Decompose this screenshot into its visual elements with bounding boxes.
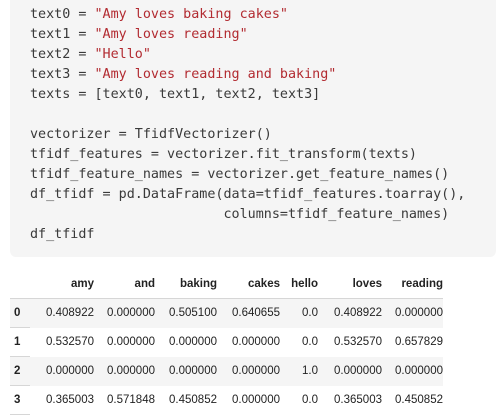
table-cell: 0.532570 [334,336,382,348]
table-cell: 0.450852 [169,394,217,406]
table-cell: 0.450852 [395,394,443,406]
table-cell: 0.000000 [232,365,280,377]
table-row: 3 0.365003 0.571848 0.450852 0.000000 0.… [10,385,443,415]
code-line: columns=tfidf_feature_names) [30,207,450,222]
dataframe-table: amy and baking cakes hello loves reading… [10,270,443,415]
code-line: df_tfidf = pd.DataFrame(data=tfidf_featu… [30,187,466,202]
table-cell: 0.0 [302,336,318,348]
table-cell: 0.0 [302,307,318,320]
table-cell: 0.0 [302,394,318,406]
table-cell: 0.505100 [169,307,217,320]
table-cell: 0.365003 [334,394,382,406]
table-cell: 0.000000 [395,307,443,320]
table-cell: 0.000000 [169,336,217,348]
code-line: text0 = "Amy loves baking cakes" [30,7,288,22]
output-area: amy and baking cakes hello loves reading… [10,270,443,415]
table-header-row: amy and baking cakes hello loves reading [10,270,443,299]
row-index: 1 [10,327,30,357]
table-cell: 0.365003 [46,394,94,406]
table-cell: 0.408922 [46,307,94,320]
code-editor[interactable]: text0 = "Amy loves baking cakes" text1 = … [30,5,496,245]
table-row: 0 0.408922 0.000000 0.505100 0.640655 0.… [10,298,443,328]
table-cell: 0.532570 [46,336,94,348]
row-index: 0 [10,298,30,328]
string-literal: "Amy loves baking cakes" [94,7,288,22]
string-literal: "Amy loves reading and baking" [94,67,337,82]
code-line: df_tfidf [30,227,95,242]
table-cell: 0.000000 [107,307,155,320]
table-cell: 0.000000 [107,336,155,348]
table-cell: 0.000000 [169,365,217,377]
table-cell: 0.000000 [334,365,382,377]
column-header: cakes [217,270,280,299]
code-line: text1 = "Amy loves reading" [30,27,248,42]
table-cell: 0.640655 [232,307,280,320]
column-header: and [94,270,155,299]
table-row: 2 0.000000 0.000000 0.000000 0.000000 1.… [10,356,443,386]
code-line: text3 = "Amy loves reading and baking" [30,67,337,82]
code-line: tfidf_feature_names = vectorizer.get_fea… [30,167,450,182]
table-row: 1 0.532570 0.000000 0.000000 0.000000 0.… [10,327,443,357]
code-cell[interactable]: text0 = "Amy loves baking cakes" text1 = … [10,0,496,257]
table-cell: 0.657829 [395,336,443,348]
column-header: loves [318,270,382,299]
column-header: reading [382,270,443,299]
row-index: 3 [10,385,30,415]
table-cell: 0.000000 [107,365,155,377]
column-header: baking [155,270,217,299]
table-cell: 0.000000 [232,336,280,348]
table-cell: 0.000000 [395,365,443,377]
table-cell: 0.000000 [46,365,94,377]
string-literal: "Amy loves reading" [94,27,248,42]
column-header: hello [280,270,318,299]
code-line: text2 = "Hello" [30,47,151,62]
string-literal: "Hello" [94,47,151,62]
table-cell: 0.000000 [232,394,280,406]
code-line: vectorizer = TfidfVectorizer() [30,127,272,142]
code-line: texts = [text0, text1, text2, text3] [30,87,321,102]
table-cell: 1.0 [302,365,318,377]
column-header: amy [30,270,94,299]
table-cell: 0.571848 [107,394,155,406]
table-cell: 0.408922 [334,307,382,320]
index-header [10,270,30,299]
row-index: 2 [10,356,30,386]
code-line: tfidf_features = vectorizer.fit_transfor… [30,147,417,162]
